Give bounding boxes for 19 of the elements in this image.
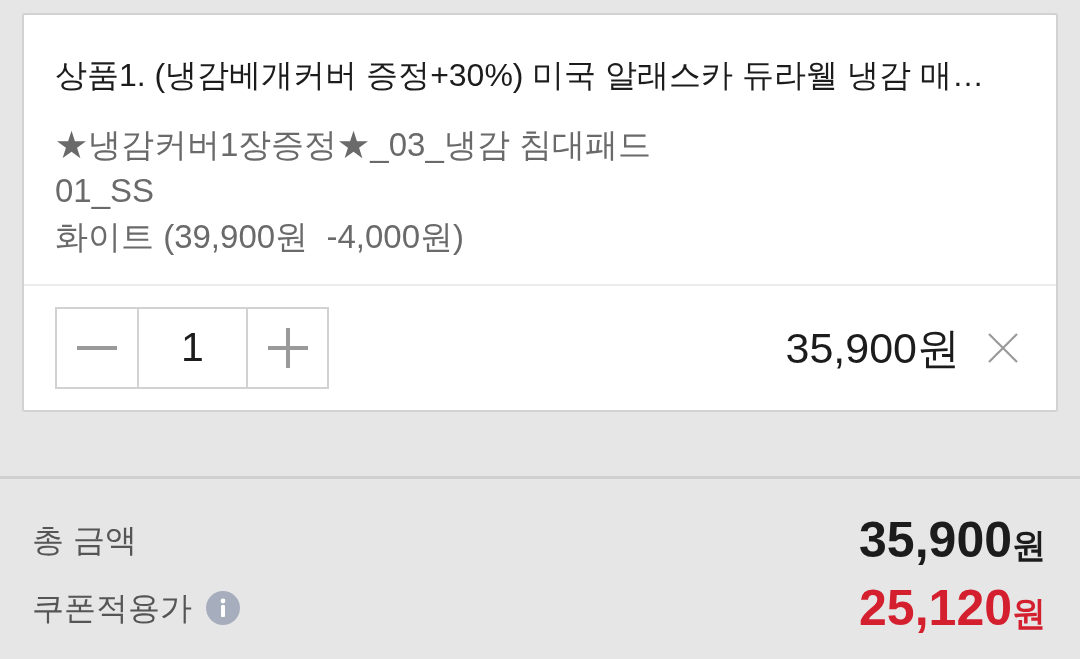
summary-label: 쿠폰적용가 (32, 589, 192, 628)
currency-unit: 원 (1012, 528, 1046, 562)
summary-amount: 25,120 (859, 583, 1012, 633)
currency-unit: 원 (1012, 596, 1046, 630)
item-price: 35,900원 (785, 323, 960, 374)
increase-button[interactable] (246, 307, 329, 389)
product-title[interactable]: 상품1. (냉감베개커버 증정+30%) 미국 알래스카 듀라웰 냉감 매… (55, 55, 984, 95)
remove-button[interactable] (986, 331, 1020, 365)
summary-label: 총 금액 (32, 521, 137, 560)
close-icon (988, 333, 1018, 363)
plus-icon (267, 328, 308, 368)
decrease-button[interactable] (55, 307, 139, 389)
quantity-field[interactable]: 1 (139, 307, 246, 389)
info-icon[interactable] (206, 591, 240, 625)
option-text: ★냉감커버1장증정★_03_냉감 침대패드 (55, 125, 651, 165)
summary-amount: 35,900 (859, 515, 1012, 565)
minus-icon (77, 346, 117, 350)
option-text: 01_SS (55, 171, 155, 211)
option-text: 화이트 (39,900원 -4,000원) (55, 217, 464, 257)
